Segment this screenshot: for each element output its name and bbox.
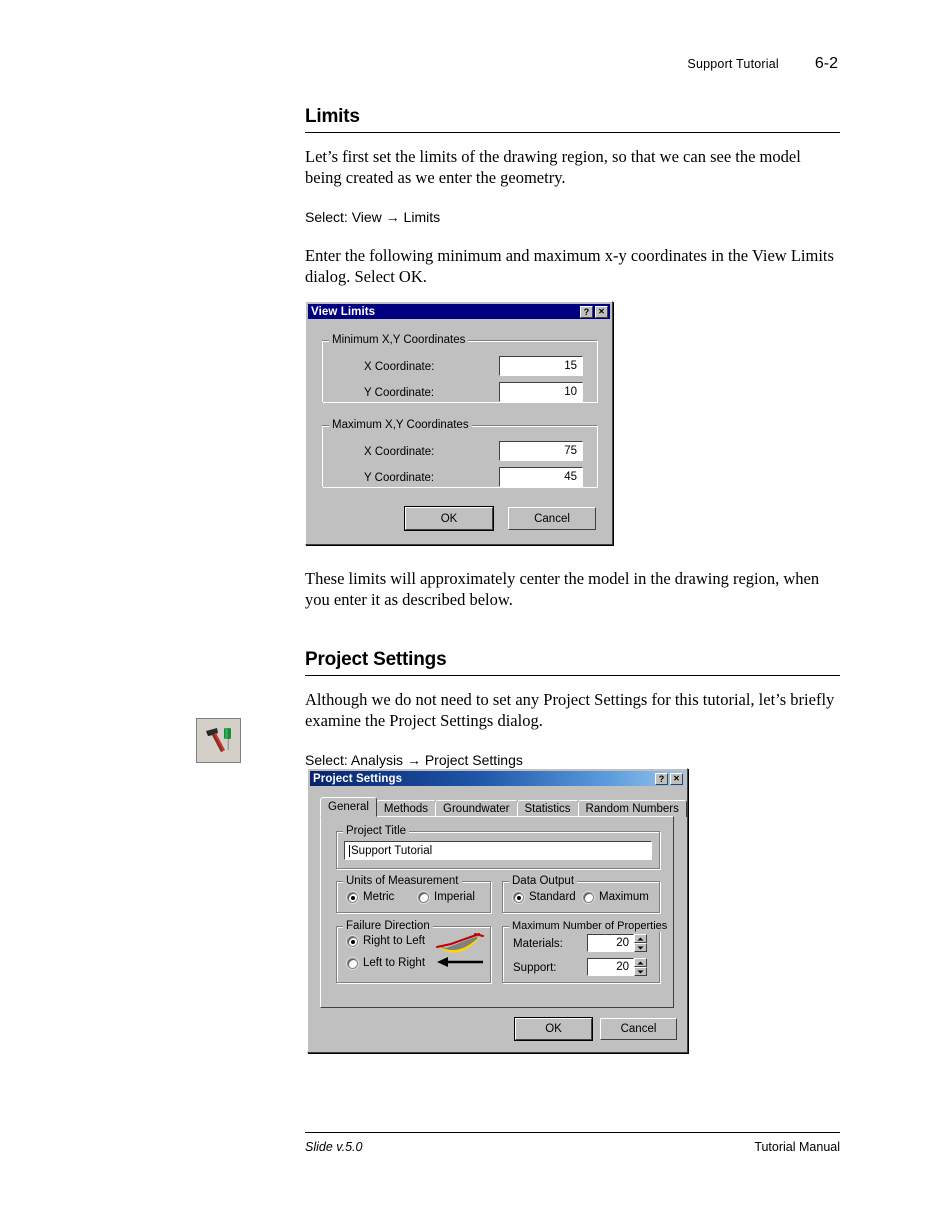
footer-left: Slide v.5.0 [305,1140,363,1154]
content-column-2: These limits will approximately center t… [305,568,840,788]
view-limits-dialog[interactable]: View Limits ? ✕ Minimum X,Y Coordinates … [305,301,613,545]
tab-statistics[interactable]: Statistics [516,800,579,817]
project-title-input[interactable]: Support Tutorial [344,841,652,860]
radio-right-to-left[interactable]: Right to Left [347,935,425,947]
support-value[interactable]: 20 [587,958,634,976]
limits-paragraph-1: Let’s first set the limits of the drawin… [305,147,801,188]
header-title: Support Tutorial [687,57,779,71]
limits-paragraph-3: These limits will approximately center t… [305,569,820,610]
failure-direction-group-label: Failure Direction [343,920,433,932]
general-tab-panel: Project Title Support Tutorial Units of … [320,816,674,1008]
text-caret [349,844,350,857]
project-settings-cancel-button[interactable]: Cancel [600,1018,677,1040]
radio-right-to-left-indicator [347,935,358,947]
heading-rule [305,132,840,133]
minimum-xy-group-label: Minimum X,Y Coordinates [329,334,469,346]
materials-label: Materials: [513,938,563,950]
help-icon[interactable]: ? [655,772,668,785]
radio-left-to-right[interactable]: Left to Right [347,957,425,969]
view-limits-titlebar: View Limits ? ✕ [308,304,610,319]
project-title-value: Support Tutorial [351,844,433,857]
radio-imperial-indicator [418,891,429,903]
min-x-coordinate-label: X Coordinate: [364,361,435,373]
radio-standard-indicator [513,891,524,903]
radio-imperial-label: Imperial [434,891,475,903]
close-icon[interactable]: ✕ [595,305,608,318]
project-settings-paragraph-1: Although we do not need to set any Proje… [305,689,835,731]
help-icon[interactable]: ? [580,305,593,318]
max-x-coordinate-input[interactable]: 75 [499,441,583,461]
min-y-coordinate-input[interactable]: 10 [499,382,583,402]
section-heading-limits: Limits [305,106,360,127]
tab-groundwater[interactable]: Groundwater [435,800,518,817]
view-limits-title: View Limits [311,305,376,318]
radio-maximum-label: Maximum [599,891,649,903]
radio-left-to-right-indicator [347,957,358,969]
support-spin-buttons[interactable] [634,958,647,976]
project-settings-ok-button[interactable]: OK [514,1017,593,1041]
hammer-screwdriver-icon [197,719,240,762]
materials-stepper[interactable]: 20 [587,934,647,952]
view-limits-cancel-button[interactable]: Cancel [508,507,596,530]
support-spin-down[interactable] [634,967,647,976]
materials-spin-buttons[interactable] [634,934,647,952]
project-settings-tabstrip[interactable]: General Methods Groundwater Statistics R… [320,797,687,817]
radio-metric-indicator [347,891,358,903]
project-title-group-label: Project Title [343,825,410,837]
materials-spin-down[interactable] [634,943,647,952]
page-header: Support Tutorial 6-2 [0,55,950,73]
project-settings-titlebar: Project Settings ? ✕ [310,771,685,786]
limits-paragraph-2: Enter the following minimum and maximum … [305,245,834,287]
tab-general[interactable]: General [320,797,377,817]
materials-spin-up[interactable] [634,934,647,943]
radio-left-to-right-label: Left to Right [363,957,426,969]
support-stepper[interactable]: 20 [587,958,647,976]
radio-maximum[interactable]: Maximum [583,891,649,903]
radio-imperial[interactable]: Imperial [418,891,475,903]
tab-methods[interactable]: Methods [375,800,437,817]
header-page-number: 6-2 [814,55,838,72]
project-settings-dialog[interactable]: Project Settings ? ✕ General Methods Gro… [307,768,688,1053]
footer-rule [305,1132,840,1133]
min-y-coordinate-label: Y Coordinate: [364,387,435,399]
radio-standard[interactable]: Standard [513,891,576,903]
tab-random-numbers[interactable]: Random Numbers [577,800,687,817]
max-y-coordinate-input[interactable]: 45 [499,467,583,487]
page-footer: Slide v.5.0 Tutorial Manual [305,1140,840,1154]
maximum-xy-group-label: Maximum X,Y Coordinates [329,419,472,431]
footer-right: Tutorial Manual [754,1140,840,1154]
document-page: Support Tutorial 6-2 Limits Let’s first s… [0,0,950,1230]
project-settings-select-line: Select: Analysis → Project Settings [305,751,523,768]
radio-metric-label: Metric [363,891,395,903]
support-spin-up[interactable] [634,958,647,967]
radio-maximum-indicator [583,891,594,903]
failure-direction-diagram-icon [436,933,484,967]
radio-standard-label: Standard [529,891,576,903]
units-group-label: Units of Measurement [343,875,462,887]
project-settings-toolbar-icon[interactable] [196,718,241,763]
limits-select-line: Select: View → Limits [305,208,441,225]
close-icon[interactable]: ✕ [670,772,683,785]
section-heading-project-settings: Project Settings [305,648,447,670]
maximum-properties-group-label: Maximum Number of Properties [509,920,671,932]
content-column: Limits Let’s first set the limits of the… [305,106,840,308]
radio-right-to-left-label: Right to Left [363,935,426,947]
max-y-coordinate-label: Y Coordinate: [364,472,435,484]
view-limits-ok-button[interactable]: OK [404,506,494,531]
heading-rule-2 [305,674,840,676]
data-output-group-label: Data Output [509,875,578,887]
support-label: Support: [513,962,557,974]
max-x-coordinate-label: X Coordinate: [364,446,435,458]
materials-value[interactable]: 20 [587,934,634,952]
radio-metric[interactable]: Metric [347,891,394,903]
project-settings-title: Project Settings [313,772,403,785]
min-x-coordinate-input[interactable]: 15 [499,356,583,376]
